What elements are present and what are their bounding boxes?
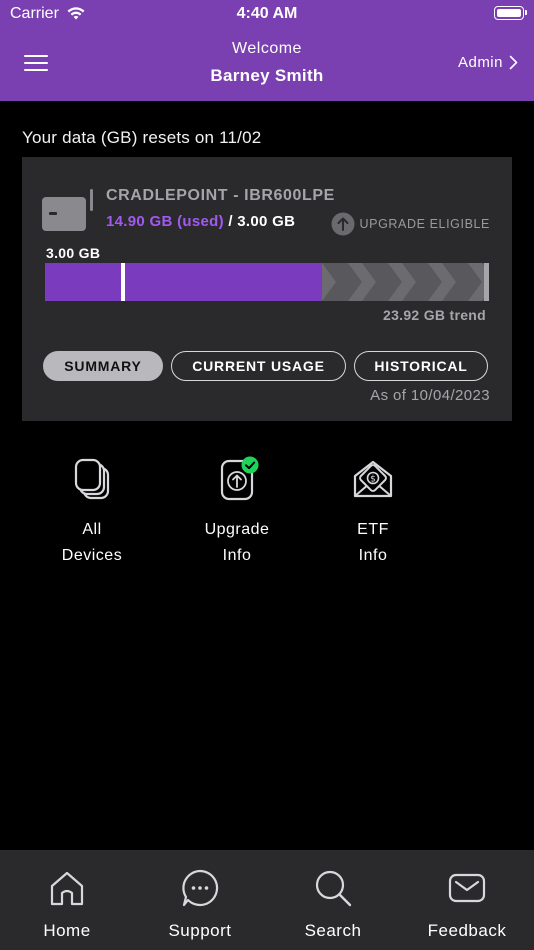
all-devices-label-line2: Devices [61,547,123,564]
tab-summary[interactable]: SUMMARY [43,351,163,381]
usage-summary: 14.90 GB (used) / 3.00 GB [106,213,295,230]
chevron-right-icon [509,55,518,70]
upgrade-info-link[interactable]: Upgrade Info [182,456,292,569]
router-icon [42,189,93,231]
usage-tabs: SUMMARY CURRENT USAGE HISTORICAL [43,351,488,381]
tab-historical[interactable]: HISTORICAL [354,351,488,381]
nav-support-label: Support [168,921,232,940]
device-usage-card: CRADLEPOINT - IBR600LPE 14.90 GB (used) … [22,157,512,421]
plan-total: / 3.00 GB [228,213,296,230]
usage-bar-trend-segment [322,263,489,301]
tab-current-usage[interactable]: CURRENT USAGE [171,351,346,381]
devices-icon [74,458,110,500]
etf-icon: $ [353,460,393,498]
plan-limit-label: 3.00 GB [46,245,101,261]
nav-support[interactable]: Support [140,868,260,941]
trend-chevron [362,263,402,301]
etf-info-link[interactable]: $ ETF Info [318,456,428,569]
usage-trend: 23.92 GB trend [382,307,486,323]
status-bar: Carrier 4:40 AM [0,0,534,28]
upgrade-eligible-badge[interactable]: UPGRADE ELIGIBLE [331,212,490,236]
used-amount: 14.90 GB (used) [106,213,224,230]
upgrade-info-label-line2: Info [222,547,252,564]
upgrade-arrow-icon [331,212,355,236]
nav-search-label: Search [304,921,362,940]
search-icon [315,870,352,907]
upgrade-icon [220,456,259,501]
data-reset-notice: Your data (GB) resets on 11/02 [22,128,262,147]
mail-icon [448,873,486,903]
nav-search[interactable]: Search [273,868,393,941]
bottom-nav: Home Support Search Feedback [0,850,534,950]
device-name: CRADLEPOINT - IBR600LPE [106,187,335,204]
nav-feedback-label: Feedback [427,921,507,940]
as-of-date: As of 10/04/2023 [370,387,490,404]
nav-home[interactable]: Home [7,868,127,941]
battery-icon [494,6,527,20]
home-icon [50,871,84,906]
trend-chevron [442,263,482,301]
user-name: Barney Smith [210,66,324,85]
welcome-label: Welcome [232,40,302,57]
usage-bar-end-marker [484,263,489,301]
trend-chevron [322,263,362,301]
etf-info-label-line1: ETF [357,521,389,538]
admin-button[interactable]: Admin [458,54,518,71]
trend-chevron [402,263,442,301]
status-time: 4:40 AM [236,5,298,22]
nav-home-label: Home [43,921,91,940]
chat-icon [182,869,219,907]
nav-feedback[interactable]: Feedback [407,868,527,941]
admin-label: Admin [457,54,503,71]
all-devices-label-line1: All [82,521,102,538]
svg-text:$: $ [370,475,376,485]
upgrade-eligible-label: UPGRADE ELIGIBLE [359,217,490,231]
usage-bar-limit-marker [121,263,125,301]
usage-bar-used-fill [45,263,322,301]
all-devices-link[interactable]: All Devices [37,456,147,569]
etf-info-label-line2: Info [358,547,388,564]
usage-bar [45,263,489,301]
upgrade-info-label-line1: Upgrade [204,521,270,538]
app-header: Carrier 4:40 AM Welcome Barney Smith Adm… [0,0,534,101]
